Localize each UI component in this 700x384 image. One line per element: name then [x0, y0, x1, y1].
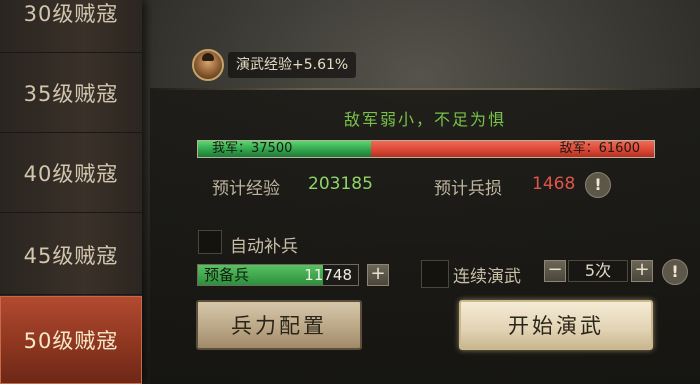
sidebar-item-label: 45级贼寇 — [23, 243, 119, 268]
expected-loss-label: 预计兵损 — [434, 179, 502, 199]
battle-count-display: 5次 — [568, 260, 628, 282]
reserve-troops-label: 预备兵 — [204, 266, 250, 284]
auto-supply-label: 自动补兵 — [230, 237, 298, 257]
sidebar-item-level-50[interactable]: 50级贼寇 — [0, 296, 142, 384]
troop-config-label: 兵力配置 — [231, 314, 327, 338]
level-sidebar: 30级贼寇 35级贼寇 40级贼寇 45级贼寇 50级贼寇 — [0, 0, 142, 384]
reserve-troops-bar: 预备兵 11748 — [197, 264, 359, 286]
decrease-count-button[interactable]: − — [544, 260, 566, 282]
my-army-label: 我军：37500 — [212, 141, 293, 156]
continuous-info-icon[interactable]: ! — [662, 259, 688, 285]
sidebar-item-label: 30级贼寇 — [23, 1, 119, 26]
expected-exp-value: 203185 — [308, 174, 373, 194]
continuous-battle-label: 连续演武 — [453, 267, 521, 287]
loss-info-icon[interactable]: ! — [585, 172, 611, 198]
enemy-army-label: 敌军：61600 — [559, 141, 640, 156]
sidebar-item-level-45[interactable]: 45级贼寇 — [0, 215, 142, 295]
add-reserve-button[interactable]: + — [367, 264, 389, 286]
panel-divider — [150, 88, 700, 90]
sidebar-item-level-30[interactable]: 30级贼寇 — [0, 0, 142, 53]
expected-exp-label: 预计经验 — [212, 179, 280, 199]
sidebar-item-label: 50级贼寇 — [23, 329, 119, 353]
start-battle-button[interactable]: 开始演武 — [459, 300, 653, 350]
sidebar-item-level-40[interactable]: 40级贼寇 — [0, 133, 142, 213]
sidebar-item-label: 40级贼寇 — [23, 161, 119, 186]
continuous-battle-checkbox[interactable] — [421, 260, 449, 288]
troop-config-button[interactable]: 兵力配置 — [196, 300, 362, 350]
battle-slogan: 敌军弱小，不足为惧 — [343, 110, 506, 129]
exp-bonus-text: 演武经验+5.61% — [228, 52, 357, 78]
expected-loss-value: 1468 — [532, 174, 576, 194]
start-battle-label: 开始演武 — [508, 314, 604, 338]
sidebar-item-label: 35级贼寇 — [23, 81, 119, 106]
exp-bonus-badge: 演武经验+5.61% — [192, 48, 388, 82]
reserve-troops-value: 11748 — [304, 266, 352, 284]
general-avatar-icon[interactable] — [192, 49, 224, 81]
increase-count-button[interactable]: + — [631, 260, 653, 282]
strength-comparison-bar: 我军：37500 敌军：61600 — [197, 140, 655, 158]
auto-supply-checkbox[interactable] — [198, 230, 222, 254]
